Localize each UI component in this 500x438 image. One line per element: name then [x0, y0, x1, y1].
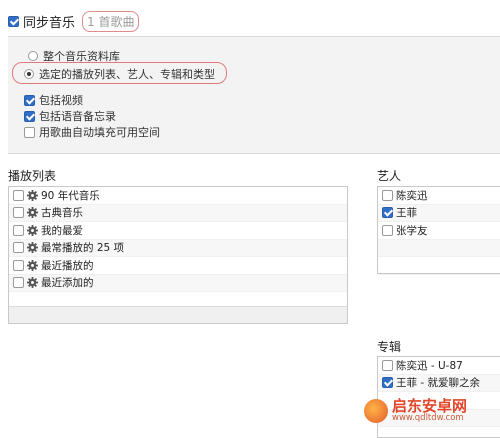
album-item[interactable]: 王菲 - 就爱聊之余 [378, 374, 500, 392]
playlists-list: 90 年代音乐 古典音乐我的最爱最常播放的 25 项最近播放的最近添加的 [8, 186, 348, 324]
artist-item-label: 王菲 [396, 207, 417, 220]
selected-items-radio[interactable] [24, 69, 34, 79]
album-item-checkbox[interactable] [382, 377, 393, 389]
watermark-logo-icon [364, 399, 388, 423]
include-videos-checkbox[interactable] [24, 94, 35, 106]
album-item-label: 王菲 - 就爱聊之余 [396, 377, 480, 390]
playlist-item-checkbox[interactable] [13, 259, 24, 271]
empty-list-row [378, 257, 500, 275]
smart-playlist-gear-icon [27, 242, 38, 254]
artist-item[interactable]: 王菲 [378, 204, 500, 222]
album-item[interactable]: 陈奕迅 - U-87 [378, 357, 500, 375]
include-voice-memos-checkbox[interactable] [24, 110, 35, 122]
playlist-item[interactable]: 90 年代音乐 [9, 187, 347, 205]
song-count-badge: 1 首歌曲 [82, 10, 140, 32]
playlist-item-label: 我的最爱 [41, 224, 83, 237]
smart-playlist-gear-icon [27, 224, 38, 236]
playlists-title: 播放列表 [8, 169, 57, 183]
autofill-label: 用歌曲自动填充可用空间 [39, 126, 160, 139]
playlist-item-label: 最常播放的 25 项 [41, 242, 125, 255]
albums-title: 专辑 [377, 340, 402, 354]
playlist-item[interactable]: 最近播放的 [9, 257, 347, 275]
smart-playlist-gear-icon [27, 259, 38, 271]
selected-items-option[interactable]: 选定的播放列表、艺人、专辑和类型 [24, 66, 215, 82]
artist-item[interactable]: 张学友 [378, 222, 500, 240]
include-videos-label: 包括视频 [39, 94, 83, 107]
empty-list-row [378, 239, 500, 257]
playlist-item[interactable]: 最常播放的 25 项 [9, 239, 347, 257]
sync-music-label: 同步音乐 [23, 15, 76, 31]
playlist-item[interactable]: 最近添加的 [9, 274, 347, 292]
smart-playlist-gear-icon [27, 189, 38, 201]
playlist-item-checkbox[interactable] [13, 224, 24, 236]
artists-title: 艺人 [377, 169, 402, 183]
artist-item-label: 张学友 [396, 224, 428, 237]
playlist-item-label: 最近播放的 [41, 259, 94, 272]
playlist-item-checkbox[interactable] [13, 189, 24, 201]
artist-item-checkbox[interactable] [382, 189, 393, 201]
selected-items-label: 选定的播放列表、艺人、专辑和类型 [39, 68, 215, 81]
include-voice-memos-option[interactable]: 包括语音备忘录 [24, 108, 116, 124]
playlist-item-label: 古典音乐 [41, 207, 83, 220]
include-videos-option[interactable]: 包括视频 [24, 92, 83, 108]
album-item-label: 陈奕迅 - U-87 [396, 359, 463, 372]
playlist-item-label: 最近添加的 [41, 277, 94, 290]
artist-item[interactable]: 陈奕迅 [378, 187, 500, 205]
autofill-checkbox[interactable] [24, 126, 35, 138]
playlist-item-checkbox[interactable] [13, 277, 24, 289]
smart-playlist-gear-icon [27, 277, 38, 289]
watermark-url: www.qdltdw.com [392, 413, 464, 424]
sync-music-header: 同步音乐 1 首歌曲 [8, 10, 140, 32]
watermark-name: 启东安卓网 [392, 397, 468, 416]
include-voice-memos-label: 包括语音备忘录 [39, 110, 116, 123]
playlist-item-label: 90 年代音乐 [41, 189, 100, 202]
playlist-item-checkbox[interactable] [13, 242, 24, 254]
artist-item-checkbox[interactable] [382, 207, 393, 219]
playlist-item[interactable]: 古典音乐 [9, 204, 347, 222]
playlist-item-checkbox[interactable] [13, 207, 24, 219]
entire-library-radio[interactable] [28, 51, 38, 61]
artist-item-checkbox[interactable] [382, 224, 393, 236]
artist-item-label: 陈奕迅 [396, 189, 428, 202]
sync-music-checkbox[interactable] [8, 15, 19, 27]
album-item-checkbox[interactable] [382, 359, 393, 371]
autofill-option[interactable]: 用歌曲自动填充可用空间 [24, 124, 160, 140]
smart-playlist-gear-icon [27, 207, 38, 219]
artists-list: 陈奕迅 王菲 张学友 [377, 186, 500, 275]
watermark: 启东安卓网 www.qdltdw.com [364, 396, 494, 426]
playlists-list-footer [9, 306, 347, 323]
playlist-item[interactable]: 我的最爱 [9, 222, 347, 240]
